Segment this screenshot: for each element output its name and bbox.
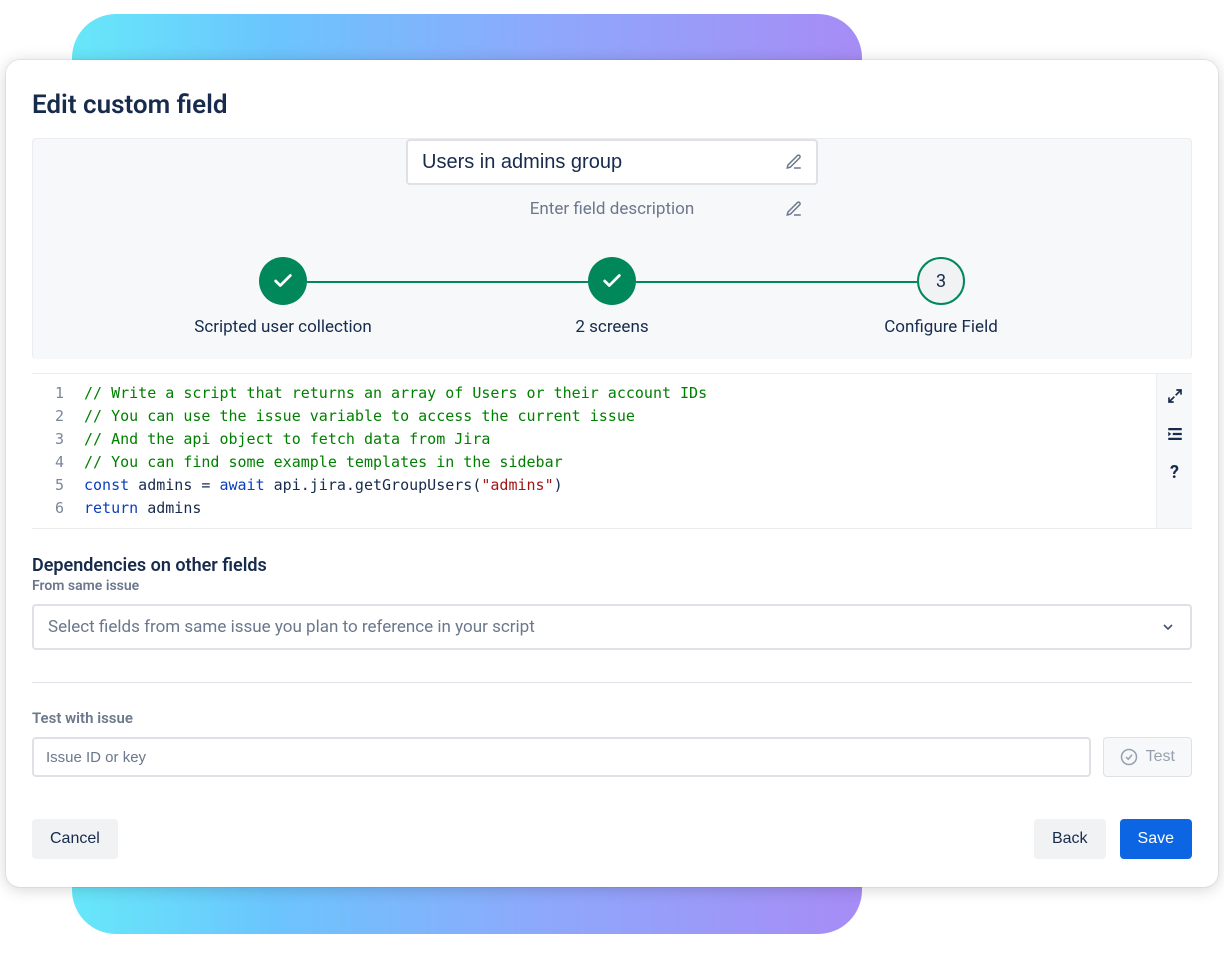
pencil-icon[interactable] [784, 199, 804, 219]
test-button-label: Test [1146, 748, 1175, 766]
code-editor[interactable]: 123456 // Write a script that returns an… [32, 373, 1192, 529]
dependencies-section: Dependencies on other fields From same i… [32, 555, 1192, 650]
step-3[interactable]: 3 Configure Field [831, 257, 1051, 337]
check-circle-icon [1120, 748, 1138, 766]
check-icon [588, 257, 636, 305]
line-numbers: 123456 [32, 374, 74, 528]
dependencies-select-placeholder: Select fields from same issue you plan t… [48, 617, 535, 637]
check-icon [259, 257, 307, 305]
dependencies-heading: Dependencies on other fields [32, 555, 1192, 576]
dependencies-select[interactable]: Select fields from same issue you plan t… [32, 604, 1192, 650]
test-section: Test with issue Test [32, 709, 1192, 777]
pencil-icon[interactable] [784, 152, 804, 172]
step-1-label: Scripted user collection [194, 317, 372, 337]
modal-title: Edit custom field [6, 60, 1218, 138]
back-button[interactable]: Back [1034, 819, 1106, 859]
test-heading: Test with issue [32, 709, 1192, 727]
code-content[interactable]: // Write a script that returns an array … [74, 374, 1156, 528]
step-1[interactable]: Scripted user collection [173, 257, 393, 337]
field-name-row [33, 139, 1191, 185]
header-panel: Enter field description Scripted user co… [32, 138, 1192, 359]
progress-stepper: Scripted user collection 2 screens 3 Con… [173, 257, 1051, 337]
step-2-label: 2 screens [575, 317, 648, 337]
indent-icon[interactable] [1163, 422, 1187, 446]
step-3-label: Configure Field [884, 317, 998, 337]
field-description-placeholder: Enter field description [530, 199, 694, 219]
step-3-number: 3 [917, 257, 965, 305]
editor-side-toolbar: ? [1156, 374, 1192, 528]
edit-custom-field-modal: Edit custom field Enter field descriptio… [6, 60, 1218, 887]
cancel-button[interactable]: Cancel [32, 819, 118, 859]
field-name-input[interactable] [406, 139, 818, 185]
divider [32, 682, 1192, 683]
field-description-row[interactable]: Enter field description [33, 195, 1191, 223]
save-button[interactable]: Save [1120, 819, 1192, 859]
chevron-down-icon [1160, 619, 1176, 635]
modal-footer: Cancel Back Save [32, 819, 1192, 859]
step-2[interactable]: 2 screens [502, 257, 722, 337]
dependencies-subheading: From same issue [32, 578, 1192, 594]
test-issue-input[interactable] [32, 737, 1091, 777]
expand-icon[interactable] [1163, 384, 1187, 408]
test-button[interactable]: Test [1103, 737, 1192, 777]
help-icon[interactable]: ? [1163, 460, 1187, 484]
